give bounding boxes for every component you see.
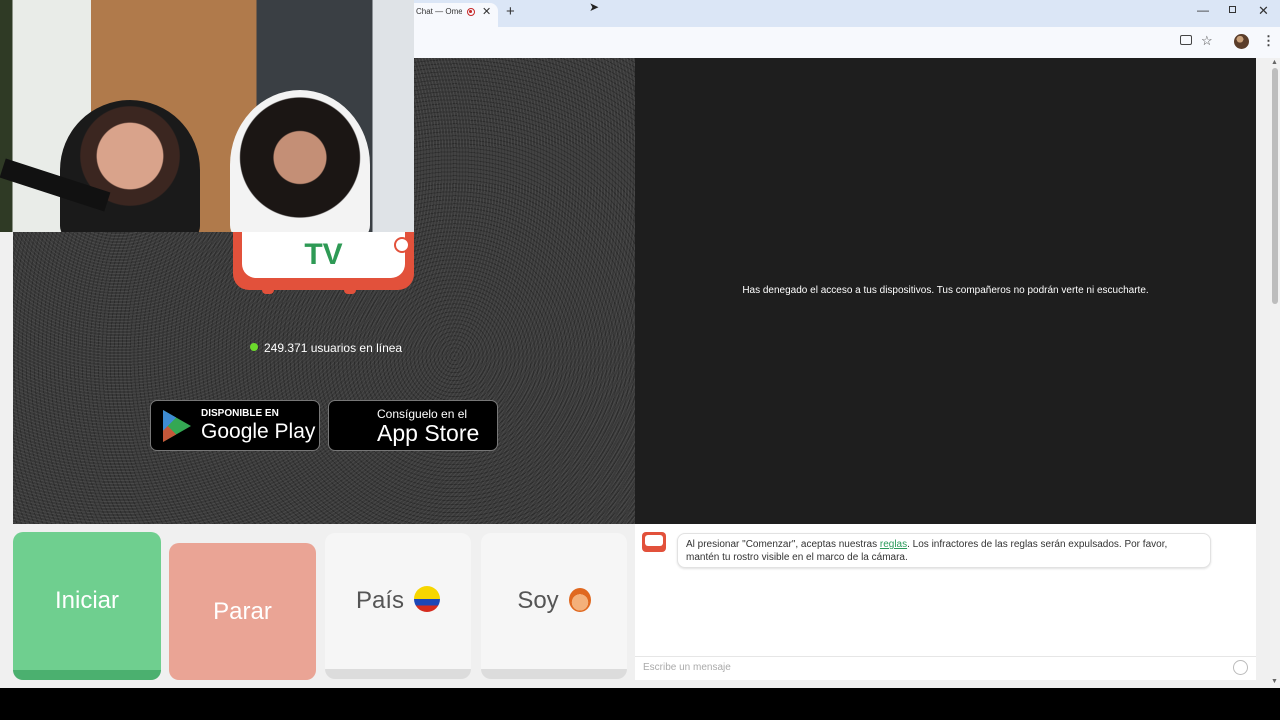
google-play-badge[interactable]: DISPONIBLE EN Google Play	[150, 400, 320, 451]
country-button[interactable]: País	[325, 533, 471, 679]
online-count: 249.371 usuarios en línea	[250, 341, 402, 355]
maximize-button[interactable]	[1229, 6, 1236, 13]
device-denied-message: Has denegado el acceso a tus dispositivo…	[742, 285, 1149, 296]
star-icon[interactable]: ☆	[1201, 33, 1213, 49]
ome-tv-bot-icon	[642, 532, 666, 552]
logo-knob	[394, 237, 410, 253]
scroll-down-icon[interactable]: ▼	[1271, 678, 1278, 685]
screen-bottom-bar	[0, 688, 1280, 720]
google-play-caption: DISPONIBLE EN	[201, 408, 279, 419]
webcam-overlay	[0, 0, 414, 232]
boy-icon	[568, 588, 591, 612]
tab-title: Chat — Ome	[416, 7, 462, 16]
recording-icon	[467, 8, 475, 16]
install-icon[interactable]	[1180, 35, 1192, 45]
cursor-icon: ➤	[589, 0, 600, 14]
scroll-up-icon[interactable]: ▲	[1271, 59, 1278, 66]
new-tab-button[interactable]: +	[506, 3, 515, 20]
tab-close-icon[interactable]: ✕	[482, 5, 491, 18]
app-store-caption: Consíguelo en el	[377, 407, 468, 421]
google-play-icon	[163, 410, 191, 442]
online-count-text: 249.371 usuarios en línea	[264, 341, 403, 355]
system-message: Al presionar "Comenzar", aceptas nuestra…	[677, 533, 1211, 568]
rules-link[interactable]: reglas	[880, 539, 907, 550]
person-image	[60, 100, 200, 232]
stop-button[interactable]: Parar	[169, 543, 316, 680]
menu-icon[interactable]: ⋮	[1262, 33, 1275, 49]
google-play-title: Google Play	[201, 420, 316, 443]
logo-leg	[344, 286, 356, 294]
start-button[interactable]: Iniciar	[13, 532, 161, 680]
message-text-start: Al presionar "Comenzar", aceptas nuestra…	[686, 539, 880, 550]
person-image	[230, 90, 370, 232]
colombia-flag-icon	[414, 586, 441, 612]
start-label: Iniciar	[54, 587, 120, 614]
emoji-icon[interactable]	[1233, 660, 1248, 675]
gender-label: Soy	[517, 587, 559, 614]
online-dot-icon	[250, 343, 258, 351]
app-store-badge[interactable]: Consíguelo en el App Store	[328, 400, 498, 451]
country-label: País	[355, 587, 405, 614]
profile-icon[interactable]	[1234, 34, 1249, 49]
scrollbar-thumb[interactable]	[1272, 68, 1278, 304]
message-placeholder: Escribe un mensaje	[643, 662, 731, 673]
window-close-button[interactable]: ✕	[1258, 3, 1269, 19]
minimize-button[interactable]: —	[1197, 3, 1209, 17]
logo-leg	[262, 286, 274, 294]
logo-text: TV	[304, 238, 343, 271]
app-store-title: App Store	[377, 420, 480, 446]
stop-label: Parar	[213, 598, 272, 625]
gender-button[interactable]: Soy	[481, 533, 627, 679]
